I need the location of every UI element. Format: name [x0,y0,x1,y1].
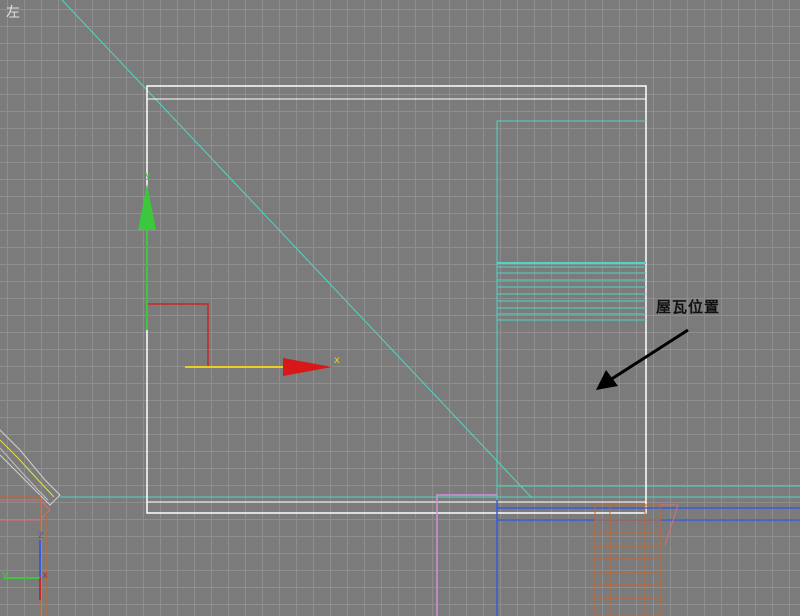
roof-tile-object[interactable] [496,120,646,510]
corner-y-axis-label: y [2,569,8,580]
annotation-arrow-icon [596,328,689,390]
viewport-left[interactable]: 左 z y x y x 屋瓦位置 [0,0,800,616]
wall-object-blue[interactable] [496,500,800,616]
corner-axis-gizmo: z y x [2,530,48,600]
gizmo-y-axis-label: y [145,170,151,181]
gizmo-plane-handle[interactable] [147,303,209,367]
gizmo-y-arrow-icon[interactable] [138,184,156,230]
move-gizmo[interactable]: y x [138,170,340,376]
corner-z-axis-label: z [38,530,43,541]
diagonal-roof-line[interactable] [61,0,533,499]
gizmo-x-axis-label: x [334,355,340,366]
house-edge-object[interactable] [0,429,61,616]
stair-object[interactable] [594,504,679,616]
corner-x-axis-label: x [42,570,48,581]
gizmo-x-arrow-icon[interactable] [283,358,332,376]
annotation-label: 屋瓦位置 [656,298,721,316]
selection-box[interactable] [146,85,647,514]
